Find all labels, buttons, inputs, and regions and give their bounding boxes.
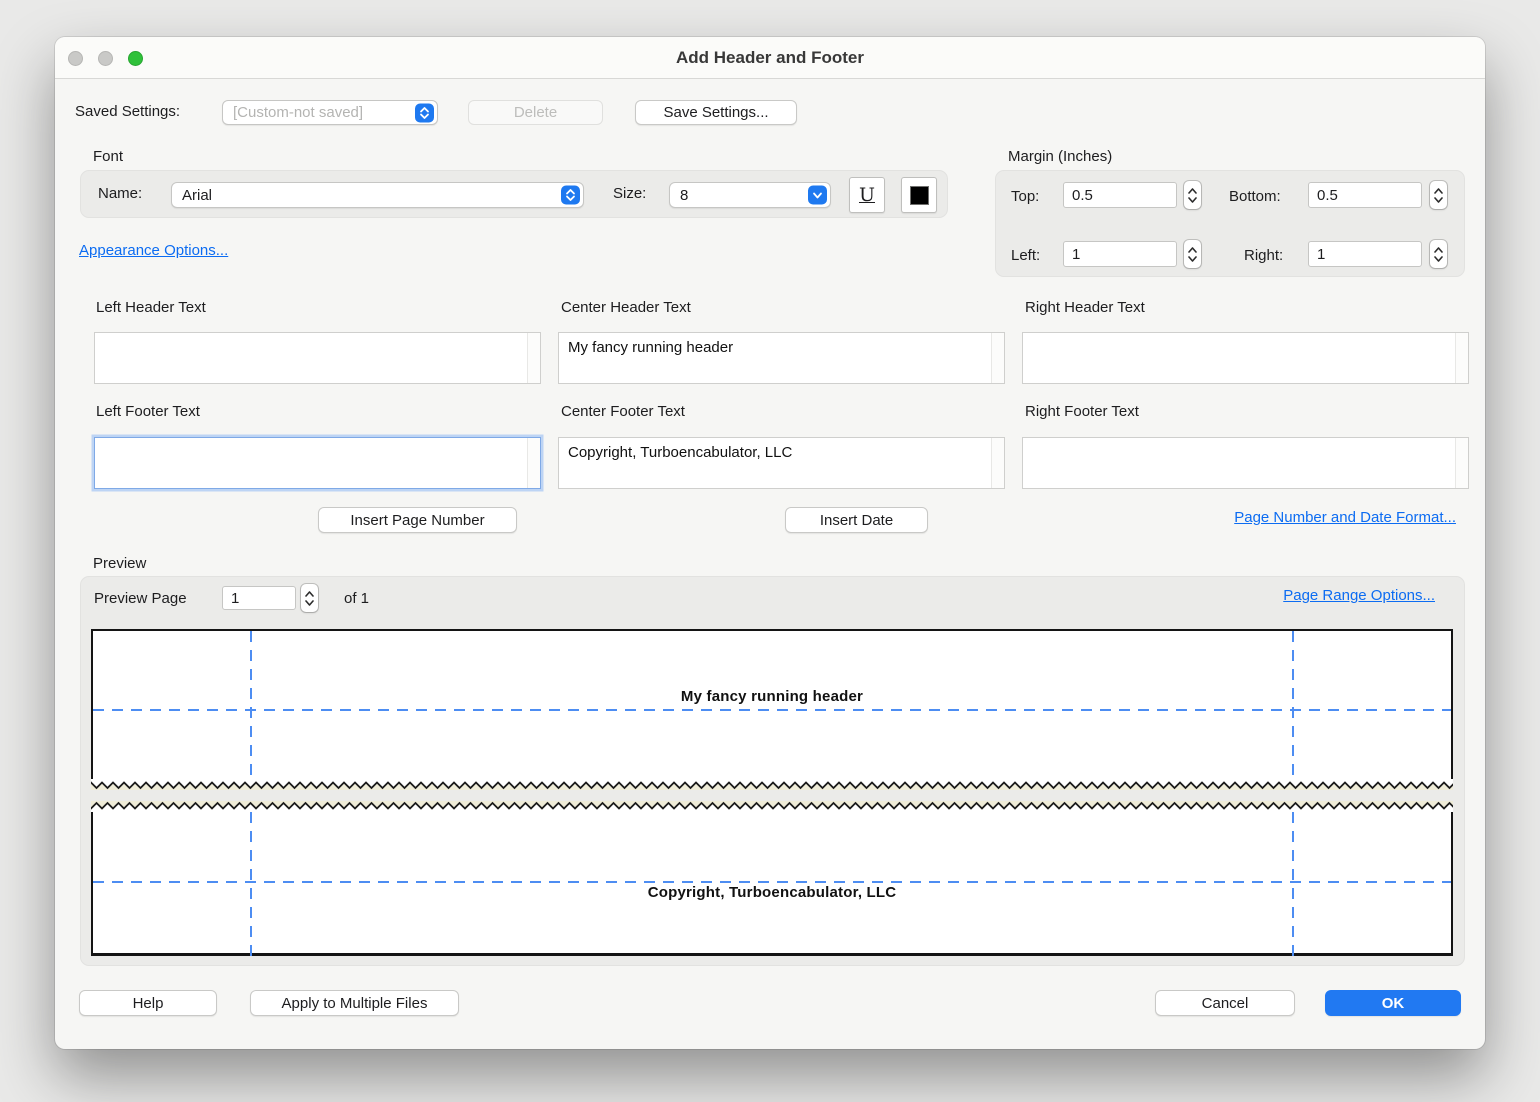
center-footer-label: Center Footer Text [561,403,685,420]
torn-edge-icon [91,801,1453,812]
font-name-value: Arial [182,187,212,204]
left-header-textarea-frame [94,332,541,384]
chevron-down-icon [808,186,827,205]
right-footer-label: Right Footer Text [1025,403,1139,420]
font-name-dropdown[interactable]: Arial [171,182,584,208]
preview-page-stepper[interactable] [301,584,318,612]
left-margin-guide [250,631,252,779]
stepper-up-icon [1434,188,1443,194]
cancel-button[interactable]: Cancel [1155,990,1295,1016]
scrollbar-track[interactable] [991,438,1004,488]
stepper-up-icon [1188,188,1197,194]
stepper-down-icon [1434,256,1443,262]
ok-button[interactable]: OK [1325,990,1461,1016]
save-settings-button[interactable]: Save Settings... [635,100,797,125]
scrollbar-track[interactable] [1455,438,1468,488]
scrollbar-track[interactable] [991,333,1004,383]
margin-top-input[interactable] [1063,182,1177,208]
apply-to-multiple-files-button[interactable]: Apply to Multiple Files [250,990,459,1016]
preview-page-count: of 1 [344,590,369,607]
stepper-down-icon [1188,256,1197,262]
stepper-down-icon [1188,197,1197,203]
stepper-down-icon [305,600,314,606]
right-footer-input[interactable] [1023,438,1468,488]
saved-settings-dropdown[interactable]: [Custom-not saved] [222,100,438,125]
margin-bottom-input[interactable] [1308,182,1422,208]
footer-margin-guide [93,881,1451,883]
preview-footer-text: Copyright, Turboencabulator, LLC [91,884,1453,901]
stepper-up-icon [1434,247,1443,253]
color-swatch-icon [910,186,929,205]
left-footer-label: Left Footer Text [96,403,200,420]
margin-right-input[interactable] [1308,241,1422,267]
center-header-label: Center Header Text [561,299,691,316]
stepper-down-icon [1434,197,1443,203]
margin-section-label: Margin (Inches) [1008,148,1112,165]
center-header-input[interactable]: My fancy running header [559,333,1004,383]
margin-bottom-label: Bottom: [1229,188,1281,205]
center-footer-input[interactable]: Copyright, Turboencabulator, LLC [559,438,1004,488]
dialog-window: Add Header and Footer Saved Settings: [C… [55,37,1485,1049]
right-header-textarea-frame [1022,332,1469,384]
help-button[interactable]: Help [79,990,217,1016]
center-footer-textarea-frame: Copyright, Turboencabulator, LLC [558,437,1005,489]
delete-button[interactable]: Delete [468,100,603,125]
insert-page-number-button[interactable]: Insert Page Number [318,507,517,533]
margin-top-stepper[interactable] [1184,181,1201,209]
chevron-up-down-icon [561,186,580,205]
saved-settings-label: Saved Settings: [75,103,180,120]
preview-header-text: My fancy running header [91,688,1453,705]
chevron-up-down-icon [415,103,434,122]
insert-date-button[interactable]: Insert Date [785,507,928,533]
underline-icon: U [859,184,875,206]
left-header-label: Left Header Text [96,299,206,316]
dialog-title: Add Header and Footer [55,37,1485,79]
font-section-label: Font [93,148,123,165]
margin-right-stepper[interactable] [1430,240,1447,268]
preview-group: Preview Page of 1 Page Range Options... … [80,576,1465,966]
preview-page-input[interactable] [222,586,296,610]
title-bar: Add Header and Footer [55,37,1485,79]
font-size-value: 8 [680,187,688,204]
preview-page-label: Preview Page [94,590,187,607]
scrollbar-track[interactable] [1455,333,1468,383]
margin-left-stepper[interactable] [1184,240,1201,268]
stepper-up-icon [305,591,314,597]
right-header-input[interactable] [1023,333,1468,383]
margin-bottom-stepper[interactable] [1430,181,1447,209]
margin-left-input[interactable] [1063,241,1177,267]
font-color-button[interactable] [901,177,937,213]
right-header-label: Right Header Text [1025,299,1145,316]
right-margin-guide [1292,631,1294,779]
font-size-label: Size: [613,185,646,202]
stepper-up-icon [1188,247,1197,253]
font-name-label: Name: [98,185,142,202]
left-footer-textarea-frame [94,437,541,489]
page-number-date-format-link[interactable]: Page Number and Date Format... [1234,509,1456,526]
font-group: Name: Arial Size: 8 U [80,170,948,218]
scrollbar-track[interactable] [527,438,540,488]
page-range-options-link[interactable]: Page Range Options... [1283,587,1435,604]
header-margin-guide [93,709,1451,711]
page-preview: My fancy running header Copyright, Turbo… [91,629,1453,959]
scrollbar-track[interactable] [527,333,540,383]
underline-button[interactable]: U [849,177,885,213]
margin-right-label: Right: [1244,247,1283,264]
left-header-input[interactable] [95,333,540,383]
torn-edge-icon [91,779,1453,790]
appearance-options-link[interactable]: Appearance Options... [79,242,228,259]
margin-left-label: Left: [1011,247,1040,264]
center-header-textarea-frame: My fancy running header [558,332,1005,384]
margin-group: Top: Bottom: Left: Right: [995,170,1465,277]
font-size-combobox[interactable]: 8 [669,182,831,208]
saved-settings-value: [Custom-not saved] [233,104,363,121]
left-footer-input[interactable] [95,438,540,488]
right-footer-textarea-frame [1022,437,1469,489]
preview-section-label: Preview [93,555,146,572]
margin-top-label: Top: [1011,188,1039,205]
